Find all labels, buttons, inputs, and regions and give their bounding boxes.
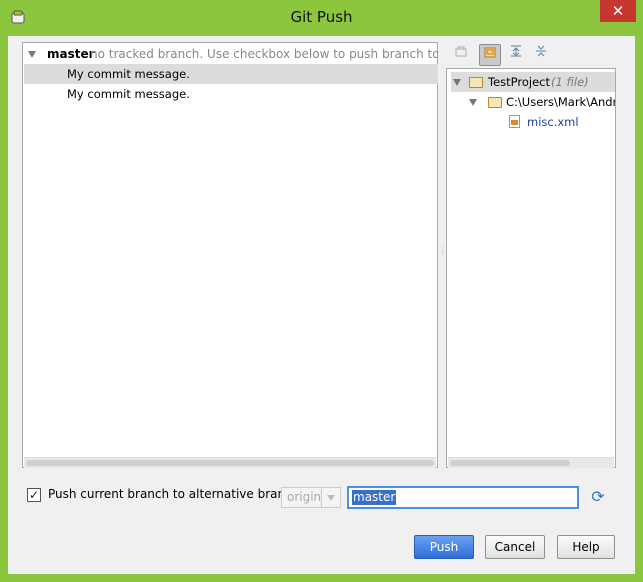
commit-message: My commit message. xyxy=(67,67,190,81)
expand-all-icon[interactable] xyxy=(505,44,527,66)
branch-name: master xyxy=(47,47,95,61)
help-button[interactable]: Help xyxy=(557,535,615,559)
group-by-directory-icon[interactable] xyxy=(450,44,472,66)
window-title: Git Push xyxy=(290,8,353,26)
commit-row[interactable]: My commit message. xyxy=(24,84,438,104)
branch-note: no tracked branch. Use checkbox below to… xyxy=(90,47,438,61)
commit-row[interactable]: My commit message. xyxy=(24,64,438,84)
commit-message: My commit message. xyxy=(67,87,190,101)
branch-row[interactable]: master no tracked branch. Use checkbox b… xyxy=(24,44,438,64)
alternative-branch-label: Push current branch to alternative branc… xyxy=(48,487,304,501)
xml-file-icon xyxy=(509,115,520,128)
splitter-grip-icon[interactable]: ⋮ ⋮ xyxy=(439,246,447,262)
cancel-button[interactable]: Cancel xyxy=(485,535,545,559)
project-folder-icon xyxy=(469,77,483,88)
window-border xyxy=(0,36,8,574)
collapse-all-icon[interactable] xyxy=(530,44,552,66)
project-name: TestProject xyxy=(488,75,550,89)
file-name: misc.xml xyxy=(527,115,579,129)
folder-icon xyxy=(488,97,502,108)
files-horizontal-scrollbar[interactable] xyxy=(448,457,614,468)
push-button[interactable]: Push xyxy=(414,535,474,559)
folder-path: C:\Users\Mark\Andro xyxy=(506,95,616,109)
expand-triangle-icon[interactable] xyxy=(453,79,461,86)
scrollbar-thumb[interactable] xyxy=(450,460,570,466)
commits-panel[interactable]: master no tracked branch. Use checkbox b… xyxy=(22,42,438,468)
alternative-branch-checkbox[interactable]: ✓ xyxy=(27,488,41,502)
changed-files-tree[interactable]: TestProject (1 file) C:\Users\Mark\Andro… xyxy=(446,68,616,468)
refresh-icon[interactable]: ⟳ xyxy=(589,488,607,506)
close-icon[interactable]: ✕ xyxy=(600,0,636,22)
chevron-down-icon[interactable] xyxy=(321,488,340,507)
target-branch-selected-text: master xyxy=(352,490,397,505)
group-by-module-icon[interactable] xyxy=(479,44,501,66)
project-file-count: (1 file) xyxy=(551,75,589,89)
tree-node-project[interactable]: TestProject (1 file) xyxy=(451,72,615,92)
remote-select[interactable]: origin xyxy=(281,487,341,508)
expand-triangle-icon[interactable] xyxy=(28,51,36,58)
title-bar[interactable]: Git Push ✕ xyxy=(0,0,643,36)
remote-select-value: origin xyxy=(287,490,322,504)
expand-triangle-icon[interactable] xyxy=(469,99,477,106)
scrollbar-thumb[interactable] xyxy=(26,460,434,466)
commits-horizontal-scrollbar[interactable] xyxy=(24,457,436,468)
